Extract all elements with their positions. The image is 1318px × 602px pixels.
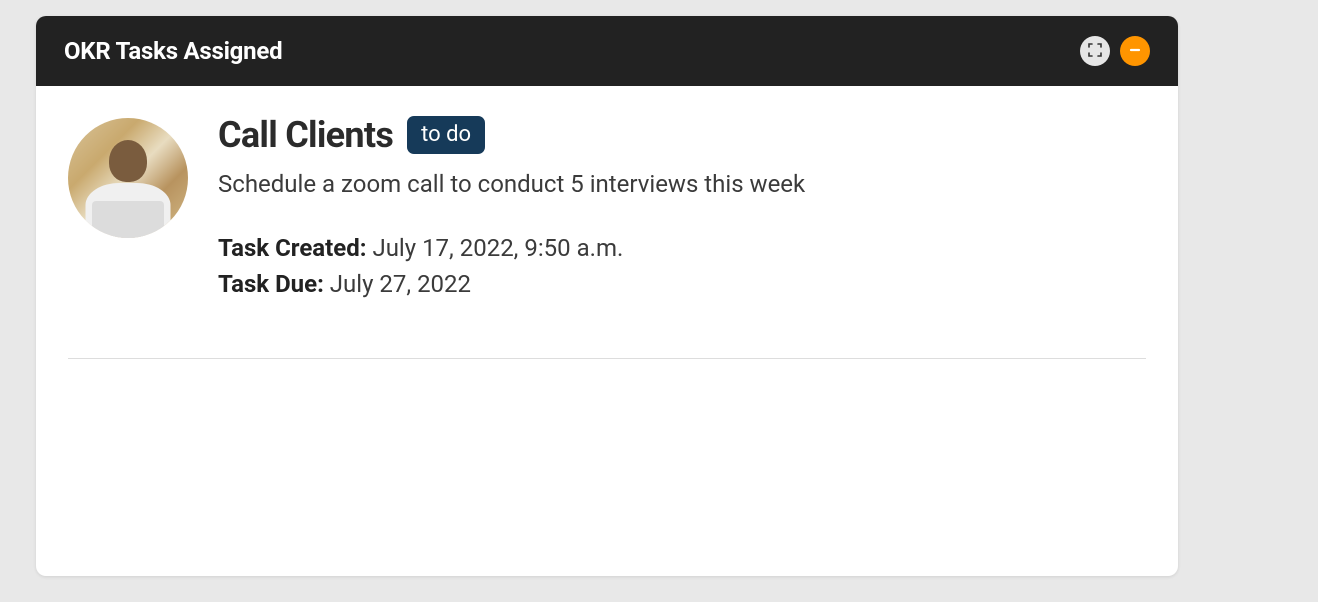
task-due-label: Task Due: — [218, 270, 324, 298]
card-header: OKR Tasks Assigned — [36, 16, 1178, 86]
task-description: Schedule a zoom call to conduct 5 interv… — [218, 170, 1146, 198]
task-created-value: July 17, 2022, 9:50 a.m. — [372, 234, 623, 262]
task-row: Call Clients to do Schedule a zoom call … — [68, 114, 1146, 358]
divider — [68, 358, 1146, 359]
task-title: Call Clients — [218, 114, 393, 156]
header-actions — [1080, 36, 1150, 66]
task-info: Call Clients to do Schedule a zoom call … — [218, 114, 1146, 302]
task-title-row: Call Clients to do — [218, 114, 1146, 156]
task-created-line: Task Created: July 17, 2022, 9:50 a.m. — [218, 230, 1146, 266]
assignee-avatar — [68, 118, 188, 238]
task-created-label: Task Created: — [218, 234, 367, 262]
card-title: OKR Tasks Assigned — [64, 37, 282, 65]
status-badge: to do — [407, 116, 485, 153]
expand-button[interactable] — [1080, 36, 1110, 66]
card-body: Call Clients to do Schedule a zoom call … — [36, 86, 1178, 387]
task-due-value: July 27, 2022 — [330, 270, 471, 298]
minus-icon — [1128, 43, 1142, 60]
minimize-button[interactable] — [1120, 36, 1150, 66]
task-card: OKR Tasks Assigned — [36, 16, 1178, 576]
expand-icon — [1088, 43, 1102, 60]
task-due-line: Task Due: July 27, 2022 — [218, 266, 1146, 302]
